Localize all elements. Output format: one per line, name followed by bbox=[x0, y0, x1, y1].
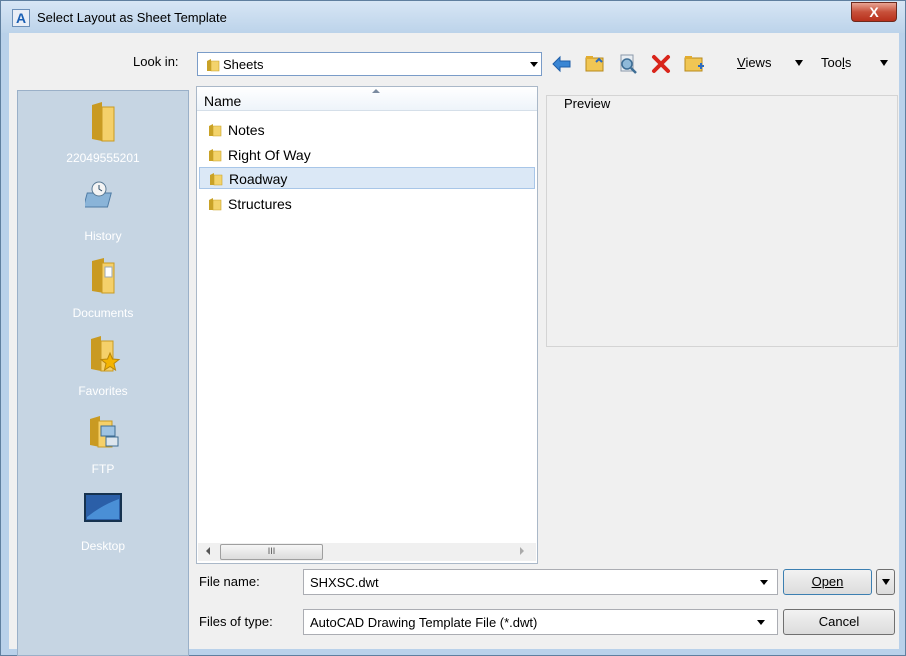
views-menu[interactable]: Views bbox=[737, 55, 771, 70]
files-of-type-value: AutoCAD Drawing Template File (*.dwt) bbox=[310, 615, 538, 630]
open-button-label: Open bbox=[811, 574, 844, 589]
place-label: Desktop bbox=[80, 539, 126, 553]
delete-icon[interactable] bbox=[648, 51, 674, 77]
window-title: Select Layout as Sheet Template bbox=[37, 10, 227, 25]
tools-menu-label: Tools bbox=[821, 55, 852, 70]
place-22049555201[interactable] bbox=[18, 101, 188, 146]
place-label: History bbox=[84, 229, 122, 243]
place-ftp[interactable] bbox=[18, 413, 188, 454]
sort-ascending-icon bbox=[372, 89, 380, 93]
open-options-button[interactable] bbox=[876, 569, 895, 595]
file-name-label: File name: bbox=[199, 574, 260, 589]
place-favorites[interactable] bbox=[18, 335, 188, 376]
list-item-label: Roadway bbox=[229, 171, 288, 187]
cancel-button[interactable]: Cancel bbox=[783, 609, 895, 635]
chevron-down-icon bbox=[530, 62, 538, 67]
tools-chevron-down-icon[interactable] bbox=[880, 60, 888, 66]
horizontal-scrollbar[interactable]: III bbox=[198, 543, 536, 561]
folder-icon bbox=[208, 148, 222, 165]
list-item-roadway[interactable]: Roadway bbox=[199, 167, 535, 189]
close-button[interactable]: X bbox=[851, 2, 897, 22]
place-label: 22049555201 bbox=[66, 151, 140, 165]
up-folder-icon[interactable] bbox=[582, 51, 608, 77]
autocad-app-icon: A bbox=[12, 9, 30, 27]
files-of-type-label: Files of type: bbox=[199, 614, 273, 629]
files-of-type-dropdown[interactable]: AutoCAD Drawing Template File (*.dwt) bbox=[303, 609, 778, 635]
file-name-chevron-down-icon[interactable] bbox=[760, 580, 768, 585]
folder-icon bbox=[209, 172, 223, 189]
place-documents[interactable] bbox=[18, 257, 188, 298]
scroll-thumb[interactable]: III bbox=[220, 544, 323, 560]
favorites-icon bbox=[85, 336, 121, 376]
list-item-structures[interactable]: Structures bbox=[199, 193, 535, 215]
title-bar[interactable]: A Select Layout as Sheet Template X bbox=[1, 1, 905, 33]
preview-pane bbox=[546, 95, 898, 347]
look-in-value: Sheets bbox=[223, 57, 264, 72]
search-web-icon[interactable] bbox=[615, 51, 641, 77]
place-label: Favorites bbox=[78, 384, 128, 398]
place-desktop[interactable] bbox=[18, 491, 188, 530]
tools-menu[interactable]: Tools bbox=[821, 55, 851, 70]
folder-icon bbox=[206, 58, 220, 75]
places-sidebar: 22049555201 History Documents Favorites bbox=[17, 90, 189, 656]
folder-icon bbox=[208, 123, 222, 140]
views-chevron-down-icon[interactable] bbox=[795, 60, 803, 66]
desktop-icon bbox=[82, 493, 124, 530]
look-in-dropdown[interactable]: Sheets bbox=[197, 52, 542, 76]
list-item-label: Structures bbox=[228, 196, 292, 212]
scroll-left-icon[interactable] bbox=[206, 547, 210, 555]
file-list[interactable]: Name Notes Right Of Way Roadway Structur… bbox=[196, 86, 538, 564]
folder-icon bbox=[208, 197, 222, 214]
open-button[interactable]: Open bbox=[783, 569, 872, 595]
history-icon bbox=[82, 181, 121, 218]
name-column-label: Name bbox=[204, 93, 242, 109]
list-item-label: Notes bbox=[228, 122, 265, 138]
ftp-icon bbox=[84, 416, 122, 454]
look-in-label: Look in: bbox=[133, 54, 179, 69]
views-menu-label: iews bbox=[745, 55, 772, 70]
place-label: Documents bbox=[72, 306, 134, 320]
scroll-right-icon[interactable] bbox=[520, 547, 524, 555]
dialog-client-area: Look in: Sheets Views Tools 22049555201 … bbox=[9, 33, 899, 656]
dialog-window: A Select Layout as Sheet Template X Look… bbox=[0, 0, 906, 656]
list-item-right-of-way[interactable]: Right Of Way bbox=[199, 144, 535, 166]
back-icon[interactable] bbox=[549, 51, 575, 77]
documents-icon bbox=[86, 258, 120, 298]
folder-icon bbox=[86, 102, 120, 146]
name-column-header[interactable]: Name bbox=[197, 87, 537, 111]
place-label: FTP bbox=[91, 462, 115, 476]
chevron-down-icon bbox=[757, 620, 765, 625]
preview-label: Preview bbox=[562, 96, 613, 111]
file-name-input[interactable] bbox=[303, 569, 778, 595]
new-folder-icon[interactable] bbox=[681, 51, 707, 77]
chevron-down-icon bbox=[882, 579, 890, 585]
list-item-label: Right Of Way bbox=[228, 147, 311, 163]
place-history[interactable] bbox=[18, 179, 188, 218]
list-item-notes[interactable]: Notes bbox=[199, 119, 535, 141]
